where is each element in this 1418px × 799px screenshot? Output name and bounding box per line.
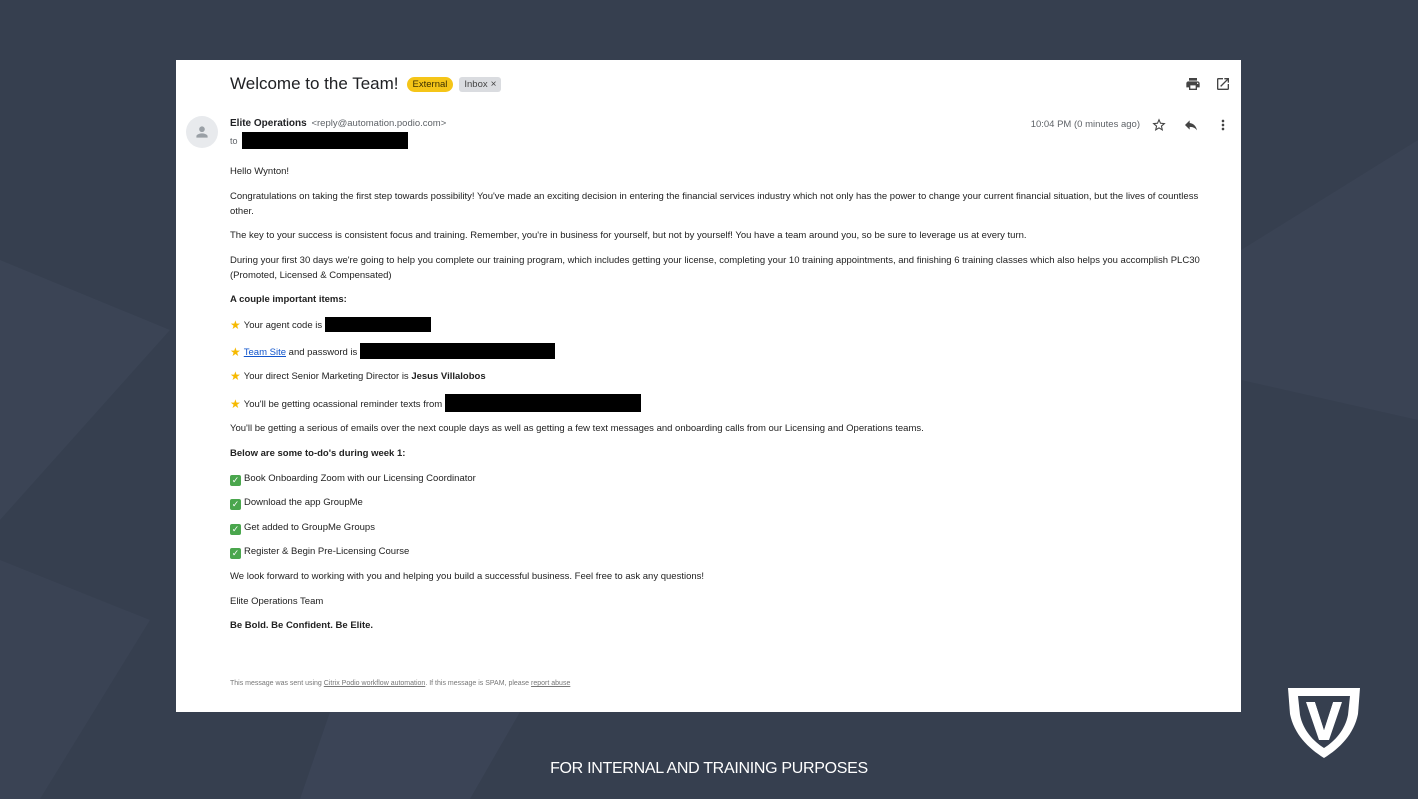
- todo-heading: Below are some to-do's during week 1:: [230, 447, 406, 459]
- item-director-text: Your direct Senior Marketing Director is: [243, 371, 409, 383]
- reply-icon[interactable]: [1183, 117, 1199, 133]
- caption: FOR INTERNAL AND TRAINING PURPOSES: [550, 760, 868, 777]
- redacted-password: [359, 342, 555, 359]
- check-emoji-icon: ✓: [230, 499, 241, 511]
- sender-name[interactable]: Elite Operations: [230, 118, 307, 129]
- more-vert-icon[interactable]: [1215, 117, 1231, 133]
- item-team-site-text: and password is: [288, 346, 358, 358]
- todo-text: Get added to GroupMe Groups: [244, 521, 375, 533]
- tagline: Be Bold. Be Confident. Be Elite.: [230, 620, 374, 632]
- redacted-recipient: [241, 132, 408, 149]
- star-emoji-icon: ★: [230, 317, 241, 332]
- email-subject: Welcome to the Team!: [230, 74, 399, 93]
- star-emoji-icon: ★: [230, 396, 241, 411]
- greeting: Hello Wynton!: [230, 166, 290, 177]
- footer-middle: . If this message is SPAM, please: [425, 680, 530, 687]
- item-director: ★ Your direct Senior Marketing Director i…: [230, 369, 1220, 384]
- paragraph-first-30-days: During your first 30 days we're going to…: [230, 254, 1200, 281]
- footer-prefix: This message was sent using: [230, 680, 322, 687]
- sender-line: Elite Operations <reply@automation.podio…: [230, 118, 446, 129]
- inbox-label-text: Inbox: [464, 78, 488, 90]
- todo-text: Download the app GroupMe: [244, 497, 363, 509]
- report-abuse-link[interactable]: report abuse: [531, 680, 570, 687]
- message-actions: [1151, 117, 1231, 133]
- email-card: Welcome to the Team! External Inbox × El…: [176, 60, 1241, 712]
- print-icon[interactable]: [1185, 76, 1201, 92]
- todo-text: Register & Begin Pre-Licensing Course: [244, 546, 410, 558]
- redacted-phone: [444, 393, 641, 412]
- paragraph-key-to-success: The key to your success is consistent fo…: [230, 230, 1027, 242]
- check-emoji-icon: ✓: [230, 523, 241, 535]
- footer-note: This message was sent using Citrix Podio…: [230, 680, 570, 687]
- person-icon: [195, 125, 209, 139]
- sender-email: <reply@automation.podio.com>: [311, 118, 447, 129]
- todo-text: Book Onboarding Zoom with our Licensing …: [244, 472, 476, 484]
- podio-link[interactable]: Citrix Podio workflow automation: [324, 680, 426, 687]
- paragraph-upcoming-emails: You'll be getting a serious of emails ov…: [230, 423, 924, 435]
- important-items-heading: A couple important items:: [230, 294, 347, 306]
- star-icon[interactable]: [1151, 117, 1167, 133]
- item-team-site: ★ Team Site and password is: [230, 342, 1220, 360]
- item-reminder-texts: ★ You'll be getting ocassional reminder t…: [230, 393, 1220, 412]
- redacted-agent-code: [324, 316, 431, 332]
- team-site-link[interactable]: Team Site: [244, 347, 286, 358]
- paragraph-congratulations: Congratulations on taking the first step…: [230, 190, 1199, 217]
- item-agent-code: ★ Your agent code is: [230, 316, 1220, 333]
- shield-logo: [1288, 688, 1360, 758]
- external-badge: External: [406, 76, 454, 92]
- todo-item: ✓ Download the app GroupMe: [230, 495, 1220, 511]
- open-in-new-icon[interactable]: [1215, 76, 1231, 92]
- sender-avatar: [186, 116, 218, 148]
- director-name: Jesus Villalobos: [411, 371, 486, 383]
- signature: Elite Operations Team: [230, 595, 324, 607]
- star-emoji-icon: ★: [230, 369, 241, 384]
- email-timestamp: 10:04 PM (0 minutes ago): [1030, 119, 1140, 130]
- check-emoji-icon: ✓: [230, 474, 241, 486]
- inbox-label-chip[interactable]: Inbox ×: [459, 76, 502, 92]
- item-agent-code-text: Your agent code is: [243, 319, 323, 331]
- thread-actions: [1185, 76, 1231, 92]
- recipient-row: to: [230, 132, 408, 149]
- email-body: Hello Wynton! Congratulations on taking …: [230, 164, 1220, 643]
- todo-item: ✓ Book Onboarding Zoom with our Licensing…: [230, 471, 1220, 486]
- closing-paragraph: We look forward to working with you and …: [230, 570, 705, 582]
- check-emoji-icon: ✓: [230, 548, 241, 560]
- todo-item: ✓ Get added to GroupMe Groups: [230, 520, 1220, 535]
- remove-label-icon[interactable]: ×: [491, 79, 497, 90]
- item-reminder-text: You'll be getting ocassional reminder te…: [243, 398, 443, 410]
- subject-row: Welcome to the Team! External Inbox ×: [230, 74, 502, 94]
- to-label: to: [230, 135, 238, 146]
- todo-item: ✓ Register & Begin Pre-Licensing Course: [230, 544, 1220, 560]
- star-emoji-icon: ★: [230, 344, 241, 359]
